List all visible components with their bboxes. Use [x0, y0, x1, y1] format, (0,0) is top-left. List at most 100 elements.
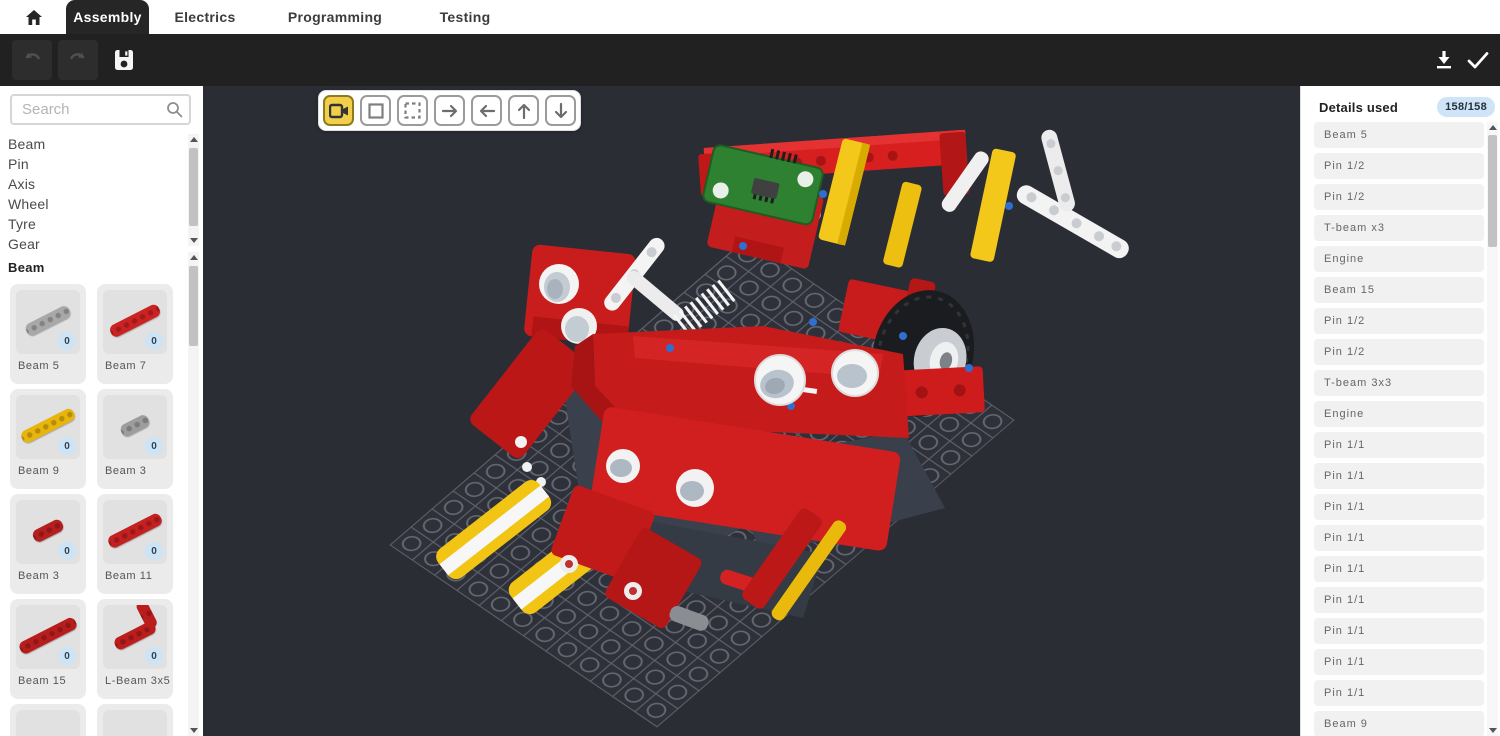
search-input[interactable] — [10, 94, 191, 125]
detail-item[interactable]: Pin 1/2 — [1314, 308, 1484, 334]
part-tile-beam-3-grey[interactable]: 0 Beam 3 — [97, 389, 173, 489]
detail-item[interactable]: Beam 15 — [1314, 277, 1484, 303]
part-count-badge: 0 — [145, 332, 163, 350]
detail-item[interactable]: Pin 1/1 — [1314, 587, 1484, 613]
part-thumbnail — [16, 710, 80, 736]
detail-item[interactable]: T-beam 3x3 — [1314, 370, 1484, 396]
save-button[interactable] — [110, 46, 138, 74]
part-tile-beam-9[interactable]: 0 Beam 9 — [10, 389, 86, 489]
details-title: Details used — [1319, 100, 1398, 115]
download-button[interactable] — [1430, 46, 1458, 74]
part-tile-l-beam-3x5[interactable]: 0 L-Beam 3x5 — [97, 599, 173, 699]
detail-item[interactable]: Beam 9 — [1314, 711, 1484, 736]
detail-item[interactable]: Beam 5 — [1314, 122, 1484, 148]
detail-item[interactable]: Pin 1/2 — [1314, 184, 1484, 210]
category-pin[interactable]: Pin — [8, 154, 183, 174]
part-thumbnail: 0 — [16, 500, 80, 564]
3d-scene — [203, 86, 1300, 736]
part-name: Beam 11 — [97, 564, 173, 582]
detail-item[interactable]: Engine — [1314, 401, 1484, 427]
save-icon — [113, 48, 135, 72]
category-beam[interactable]: Beam — [8, 134, 183, 154]
home-icon — [24, 8, 44, 28]
part-thumbnail: 0 — [103, 395, 167, 459]
move-up-button[interactable] — [508, 95, 539, 126]
tab-assembly[interactable]: Assembly — [66, 0, 149, 34]
part-tile-beam-7[interactable]: 0 Beam 7 — [97, 284, 173, 384]
part-thumbnail: 0 — [103, 500, 167, 564]
part-name: L-Beam 3x5 — [97, 669, 173, 687]
part-name: Beam 9 — [10, 459, 86, 477]
part-tile-partial-1[interactable] — [10, 704, 86, 736]
square-select-icon — [368, 103, 384, 119]
category-tyre[interactable]: Tyre — [8, 214, 183, 234]
part-count-badge: 0 — [145, 542, 163, 560]
part-tile-beam-15[interactable]: 0 Beam 15 — [10, 599, 86, 699]
part-thumbnail: 0 — [16, 605, 80, 669]
detail-item[interactable]: Pin 1/1 — [1314, 556, 1484, 582]
move-down-button[interactable] — [545, 95, 576, 126]
undo-button[interactable] — [12, 40, 52, 80]
tab-testing[interactable]: Testing — [420, 0, 510, 34]
part-count-badge: 0 — [145, 437, 163, 455]
parts-grid: 0 Beam 5 0 Beam 7 0 Beam 9 — [10, 284, 186, 736]
edit-toolbar — [0, 34, 1500, 86]
part-name: Beam 7 — [97, 354, 173, 372]
select-tool-button[interactable] — [360, 95, 391, 126]
viewport-toolbar — [318, 90, 581, 131]
detail-item[interactable]: T-beam x3 — [1314, 215, 1484, 241]
detail-item[interactable]: Pin 1/1 — [1314, 618, 1484, 644]
detail-item[interactable]: Engine — [1314, 246, 1484, 272]
top-nav: Assembly Electrics Programming Testing — [0, 0, 1500, 34]
marquee-select-tool-button[interactable] — [397, 95, 428, 126]
move-left-button[interactable] — [471, 95, 502, 126]
part-name: Beam 5 — [10, 354, 86, 372]
move-right-button[interactable] — [434, 95, 465, 126]
tab-electrics[interactable]: Electrics — [160, 0, 250, 34]
undo-icon — [20, 48, 44, 72]
check-icon — [1466, 50, 1490, 70]
part-count-badge: 0 — [58, 332, 76, 350]
confirm-button[interactable] — [1464, 46, 1492, 74]
3d-viewport[interactable] — [203, 86, 1300, 736]
details-scrollbar[interactable] — [1487, 122, 1498, 736]
parts-scrollbar[interactable] — [188, 252, 199, 736]
part-thumbnail — [103, 710, 167, 736]
redo-icon — [66, 48, 90, 72]
part-count-badge: 0 — [145, 647, 163, 665]
arrow-right-icon — [441, 103, 459, 119]
detail-item[interactable]: Pin 1/1 — [1314, 525, 1484, 551]
part-tile-partial-2[interactable] — [97, 704, 173, 736]
part-name: Beam 3 — [97, 459, 173, 477]
detail-item[interactable]: Pin 1/2 — [1314, 153, 1484, 179]
parts-panel: Beam Pin Axis Wheel Tyre Gear Beam 0 — [0, 86, 203, 736]
redo-button[interactable] — [58, 40, 98, 80]
detail-item[interactable]: Pin 1/2 — [1314, 339, 1484, 365]
detail-item[interactable]: Pin 1/1 — [1314, 649, 1484, 675]
detail-item[interactable]: Pin 1/1 — [1314, 680, 1484, 706]
category-axis[interactable]: Axis — [8, 174, 183, 194]
details-list: Beam 5 Pin 1/2 Pin 1/2 T-beam x3 Engine … — [1314, 122, 1484, 736]
download-icon — [1434, 49, 1454, 71]
home-button[interactable] — [24, 8, 44, 28]
details-count-badge: 158/158 — [1437, 97, 1495, 117]
camera-tool-button[interactable] — [323, 95, 354, 126]
assembly-editor-window: Assembly Electrics Programming Testing — [0, 0, 1500, 736]
category-gear[interactable]: Gear — [8, 234, 183, 254]
detail-item[interactable]: Pin 1/1 — [1314, 494, 1484, 520]
dashed-select-icon — [404, 102, 421, 119]
camera-icon — [329, 103, 349, 119]
part-tile-beam-11[interactable]: 0 Beam 11 — [97, 494, 173, 594]
part-count-badge: 0 — [58, 542, 76, 560]
part-tile-beam-3-red[interactable]: 0 Beam 3 — [10, 494, 86, 594]
part-name: Beam 3 — [10, 564, 86, 582]
category-wheel[interactable]: Wheel — [8, 194, 183, 214]
part-tile-beam-5[interactable]: 0 Beam 5 — [10, 284, 86, 384]
tab-programming[interactable]: Programming — [270, 0, 400, 34]
category-scrollbar[interactable] — [188, 134, 199, 246]
detail-item[interactable]: Pin 1/1 — [1314, 463, 1484, 489]
detail-item[interactable]: Pin 1/1 — [1314, 432, 1484, 458]
part-thumbnail: 0 — [16, 395, 80, 459]
category-list: Beam Pin Axis Wheel Tyre Gear — [8, 134, 183, 254]
part-name: Beam 15 — [10, 669, 86, 687]
